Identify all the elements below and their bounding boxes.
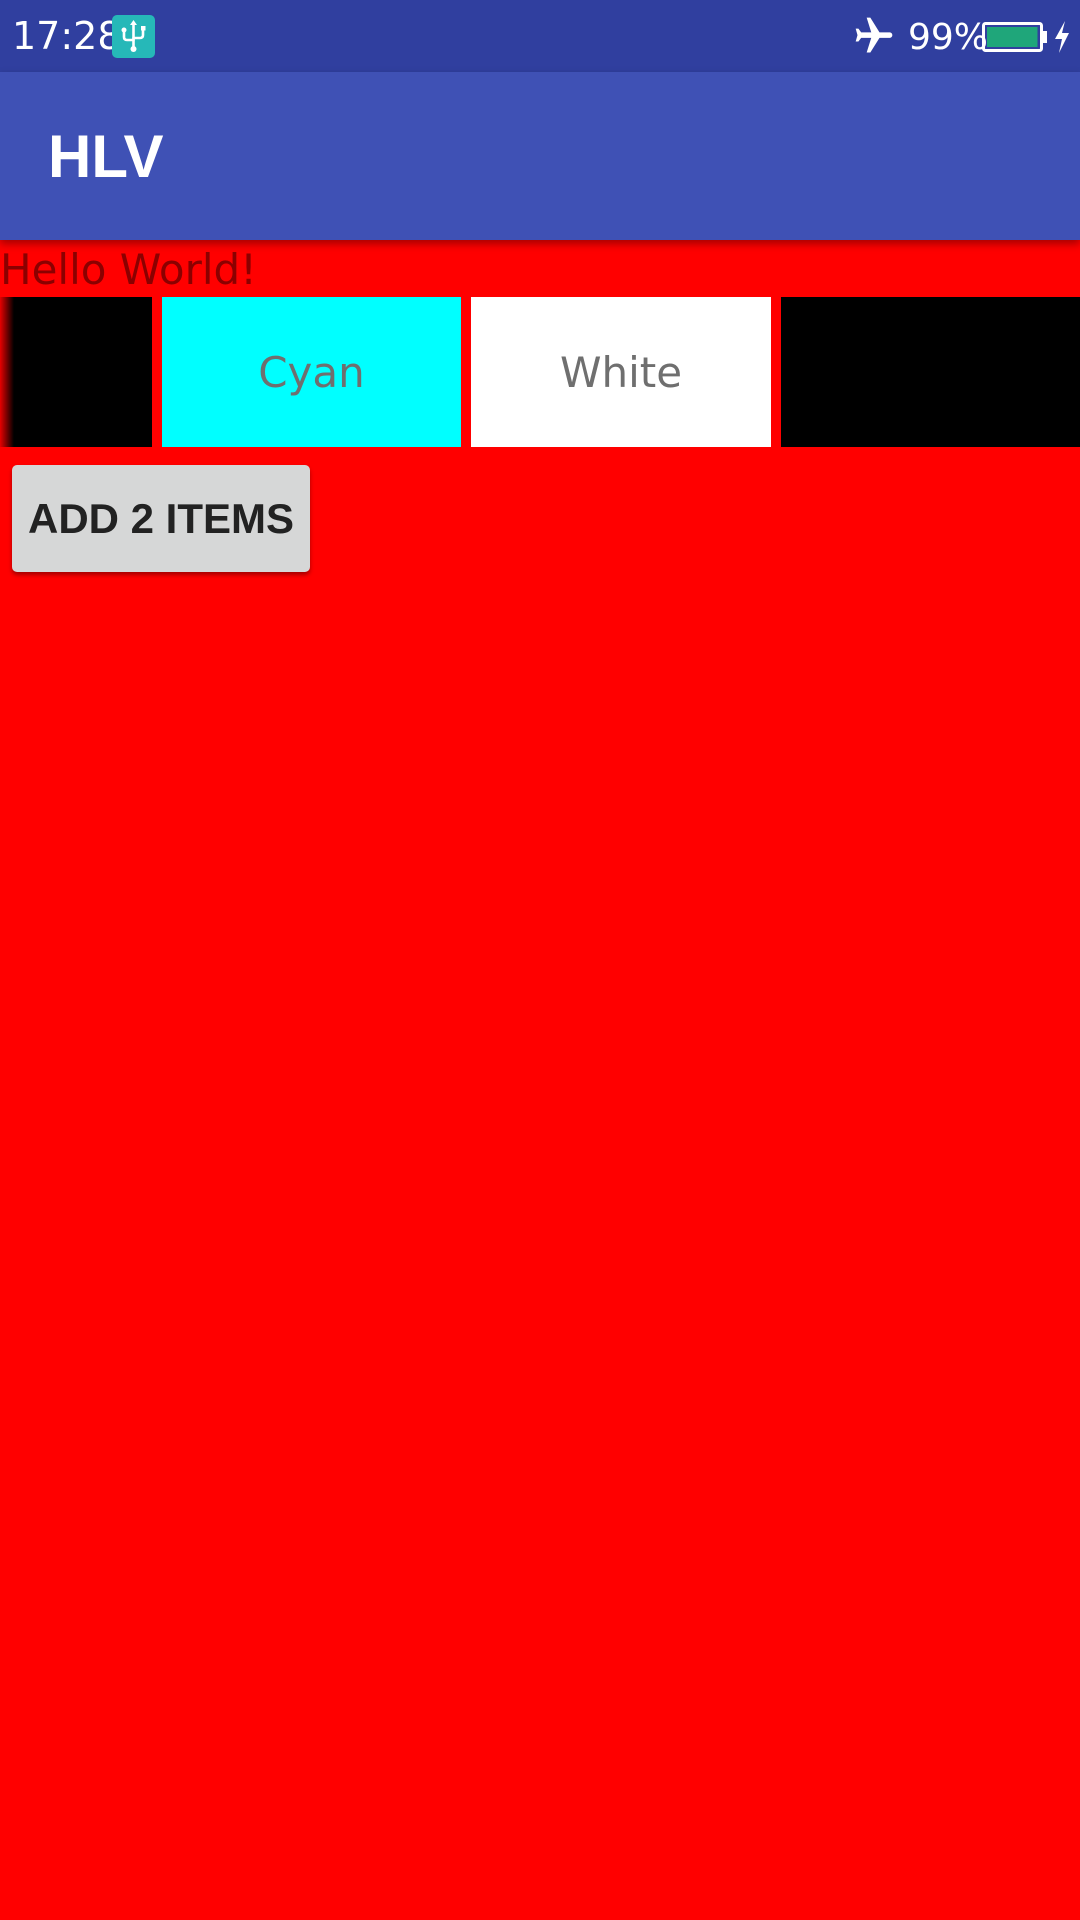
battery-percent: 99% xyxy=(908,17,989,58)
list-item-label: White xyxy=(559,347,683,397)
add-2-items-button[interactable]: ADD 2 ITEMS xyxy=(12,465,310,572)
list-item-white[interactable]: White xyxy=(471,297,771,447)
status-time: 17:28 xyxy=(12,14,122,58)
usb-icon xyxy=(112,15,155,58)
app-bar: HLV xyxy=(0,72,1080,240)
list-item-label: Cyan xyxy=(258,347,365,397)
list-item-black-2[interactable] xyxy=(781,297,1080,447)
status-bar: 17:28 99% xyxy=(0,0,1080,72)
list-item-black[interactable] xyxy=(0,297,152,447)
list-item-cyan[interactable]: Cyan xyxy=(162,297,461,447)
horizontal-list[interactable]: Cyan White xyxy=(0,297,1080,447)
hello-text: Hello World! xyxy=(0,245,258,294)
airplane-mode-icon xyxy=(852,14,896,58)
charging-bolt-icon xyxy=(1052,20,1072,54)
app-title: HLV xyxy=(48,123,164,190)
battery-icon xyxy=(982,22,1048,52)
